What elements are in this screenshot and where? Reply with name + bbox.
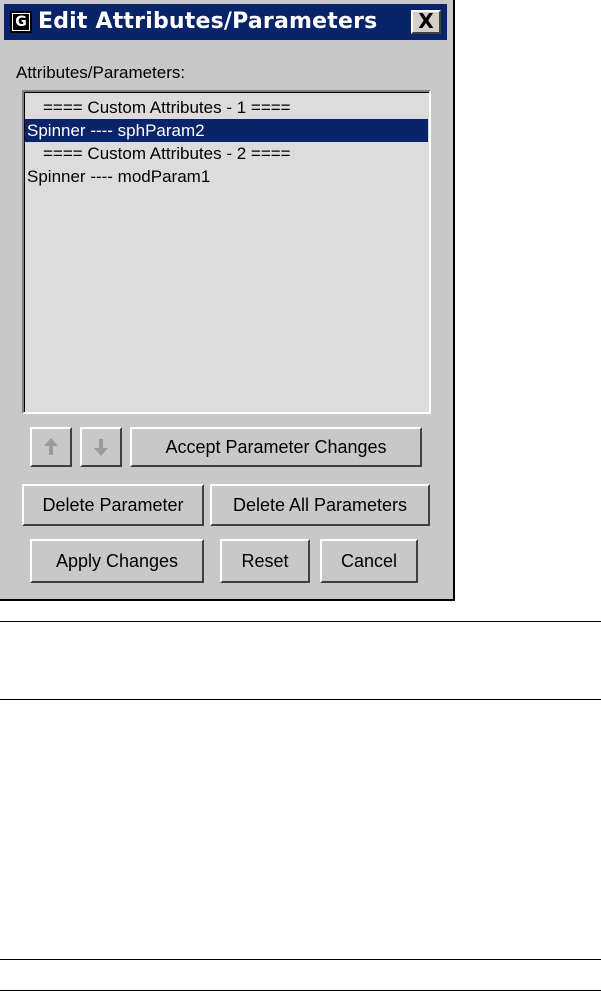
list-item[interactable]: Spinner ---- sphParam2 <box>25 119 428 142</box>
app-logo-icon: G <box>10 11 32 33</box>
apply-changes-button[interactable]: Apply Changes <box>30 539 204 583</box>
reset-label: Reset <box>241 551 289 571</box>
divider-line <box>0 959 601 960</box>
list-item-header[interactable]: ==== Custom Attributes - 1 ==== <box>25 96 428 119</box>
reset-button[interactable]: Reset <box>220 539 310 583</box>
title-bar[interactable]: G Edit Attributes/Parameters X <box>4 4 447 40</box>
close-icon: X <box>418 9 434 33</box>
delete-all-parameters-button[interactable]: Delete All Parameters <box>210 484 430 526</box>
arrow-down-icon <box>94 439 108 456</box>
list-item[interactable]: Spinner ---- modParam1 <box>25 165 428 188</box>
window-title: Edit Attributes/Parameters <box>38 9 378 34</box>
arrow-up-icon <box>44 438 58 455</box>
move-up-button[interactable] <box>30 427 72 467</box>
delete-parameter-button[interactable]: Delete Parameter <box>22 484 204 526</box>
move-down-button[interactable] <box>80 427 122 467</box>
delete-parameter-label: Delete Parameter <box>42 495 184 515</box>
attributes-listbox[interactable]: ==== Custom Attributes - 1 ==== Spinner … <box>22 90 431 414</box>
list-item-header[interactable]: ==== Custom Attributes - 2 ==== <box>25 142 428 165</box>
list-label: Attributes/Parameters: <box>16 63 186 82</box>
divider-line <box>0 990 601 991</box>
delete-all-label: Delete All Parameters <box>232 495 408 515</box>
cancel-label: Cancel <box>340 551 398 571</box>
close-button[interactable]: X <box>411 10 441 34</box>
accept-button-label: Accept Parameter Changes <box>165 437 387 457</box>
apply-changes-label: Apply Changes <box>55 551 179 571</box>
accept-parameter-changes-button[interactable]: Accept Parameter Changes <box>130 427 422 467</box>
edit-attributes-dialog: G Edit Attributes/Parameters X Attribute… <box>0 0 455 601</box>
cancel-button[interactable]: Cancel <box>320 539 418 583</box>
divider-line <box>0 621 601 622</box>
divider-line <box>0 699 601 700</box>
